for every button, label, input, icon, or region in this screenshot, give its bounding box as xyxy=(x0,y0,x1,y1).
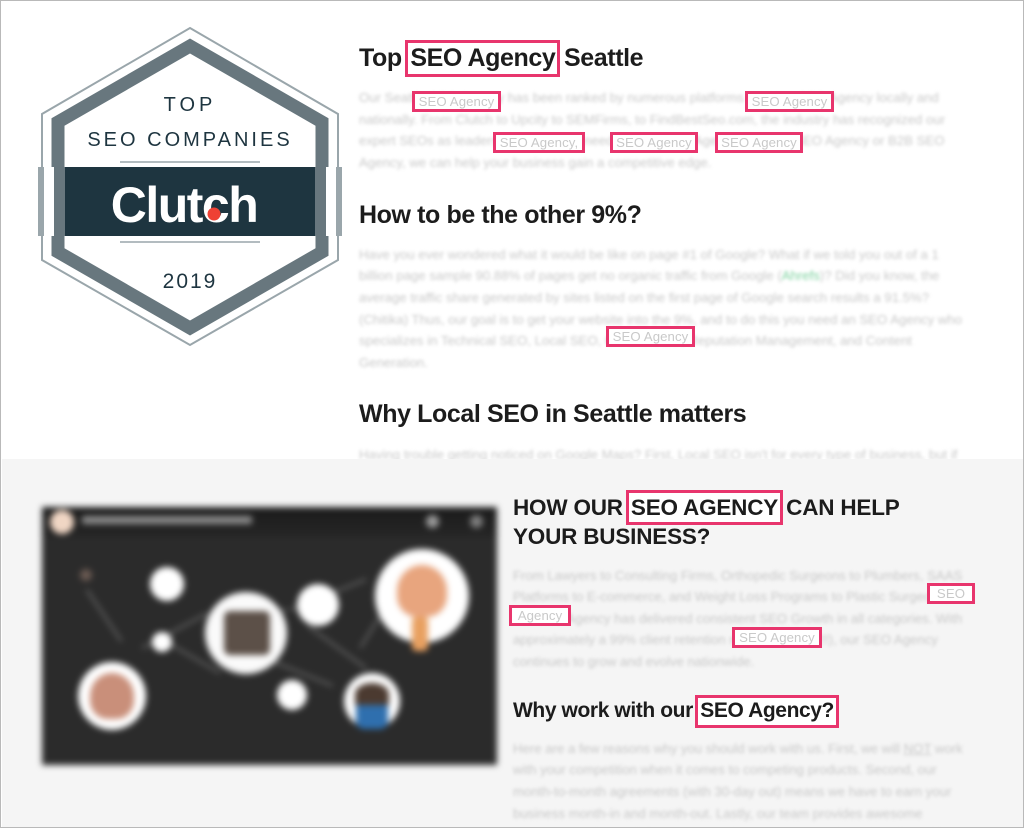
network-node xyxy=(297,584,339,626)
network-node-person-body xyxy=(356,705,388,729)
heading1-after: Seattle xyxy=(557,44,644,72)
badge-year: 2019 xyxy=(163,270,218,293)
badge-gap-right xyxy=(326,167,336,236)
annotation-box-p1-3: SEO Agency, xyxy=(493,132,585,154)
video-inner xyxy=(42,507,497,765)
heading1-before: Top xyxy=(359,44,409,72)
page-root: TOP SEO COMPANIES Clutch 2019 Top SEO Ag… xyxy=(0,0,1024,828)
seo-agency-video-thumbnail[interactable] xyxy=(42,507,497,765)
network-node-small xyxy=(80,569,92,581)
paragraph-other-9-percent: Have you ever wondered what it would be … xyxy=(359,244,967,374)
annotation-box-heading5: SEO Agency? xyxy=(695,695,839,728)
annotation-box-p4-2: Agency xyxy=(509,604,571,626)
paragraph-reasons-to-work-with-us: Here are a few reasons why you should wo… xyxy=(513,740,963,821)
network-node-person-hair xyxy=(355,683,389,705)
node-edge xyxy=(86,589,123,642)
heading-why-local-seo-seattle: Why Local SEO in Seattle matters xyxy=(359,400,747,429)
badge-line2: SEO COMPANIES xyxy=(87,129,292,151)
heading-how-to-be-other-9: How to be the other 9%? xyxy=(359,200,642,229)
network-node-thumb xyxy=(224,611,270,655)
node-edge xyxy=(307,625,367,669)
network-node xyxy=(150,567,184,601)
annotation-box-p1-2: SEO Agency xyxy=(745,91,834,113)
badge-gap-left xyxy=(44,167,54,236)
video-icon-2 xyxy=(470,515,483,528)
heading4-before: HOW OUR xyxy=(513,495,629,520)
badge-line1: TOP xyxy=(164,94,217,116)
paragraph2-text: Have you ever wondered what it would be … xyxy=(359,246,963,370)
network-node-person-photo xyxy=(90,673,134,719)
network-node-person-photo xyxy=(397,565,447,617)
annotation-box-p1-5: SEO Agency xyxy=(715,132,803,154)
annotation-box-p1-4: SEO Agency xyxy=(610,132,698,154)
video-icon-1 xyxy=(426,515,439,528)
annotation-box-p4-1: SEO xyxy=(927,582,975,604)
heading-top-seo-agency-seattle: Top SEO Agency Seattle xyxy=(359,39,967,78)
heading-how-our-agency-helps: HOW OUR SEO AGENCY CAN HELP YOUR BUSINES… xyxy=(513,489,968,552)
network-node xyxy=(152,632,172,652)
network-node xyxy=(277,680,307,710)
heading-why-work-with-us: Why work with our SEO Agency? xyxy=(513,695,968,728)
annotation-box-p1-1: SEO Agency xyxy=(412,91,501,113)
annotation-box-p4-3: SEO Agency xyxy=(732,626,822,648)
paragraph-industries-served: From Lawyers to Consulting Firms, Orthop… xyxy=(513,567,963,669)
annotation-box-heading1: SEO Agency xyxy=(405,39,561,78)
intro-text-column: Top SEO Agency Seattle Our Seattle SEO A… xyxy=(359,39,967,530)
annotation-box-p2-1: SEO Agency xyxy=(606,325,695,347)
badge-brand: Clutch xyxy=(111,177,258,233)
network-node-person-body xyxy=(412,617,428,651)
annotation-box-heading4: SEO AGENCY xyxy=(625,489,784,526)
how-we-help-text-column: HOW OUR SEO AGENCY CAN HELP YOUR BUSINES… xyxy=(509,489,975,827)
heading5-before: Why work with our xyxy=(513,699,699,723)
video-title-bar xyxy=(82,516,252,524)
channel-avatar xyxy=(50,510,74,534)
clutch-badge: TOP SEO COMPANIES Clutch 2019 xyxy=(38,24,342,349)
clutch-red-dot xyxy=(207,207,221,221)
section-seo-intro: TOP SEO COMPANIES Clutch 2019 Top SEO Ag… xyxy=(2,2,1023,526)
